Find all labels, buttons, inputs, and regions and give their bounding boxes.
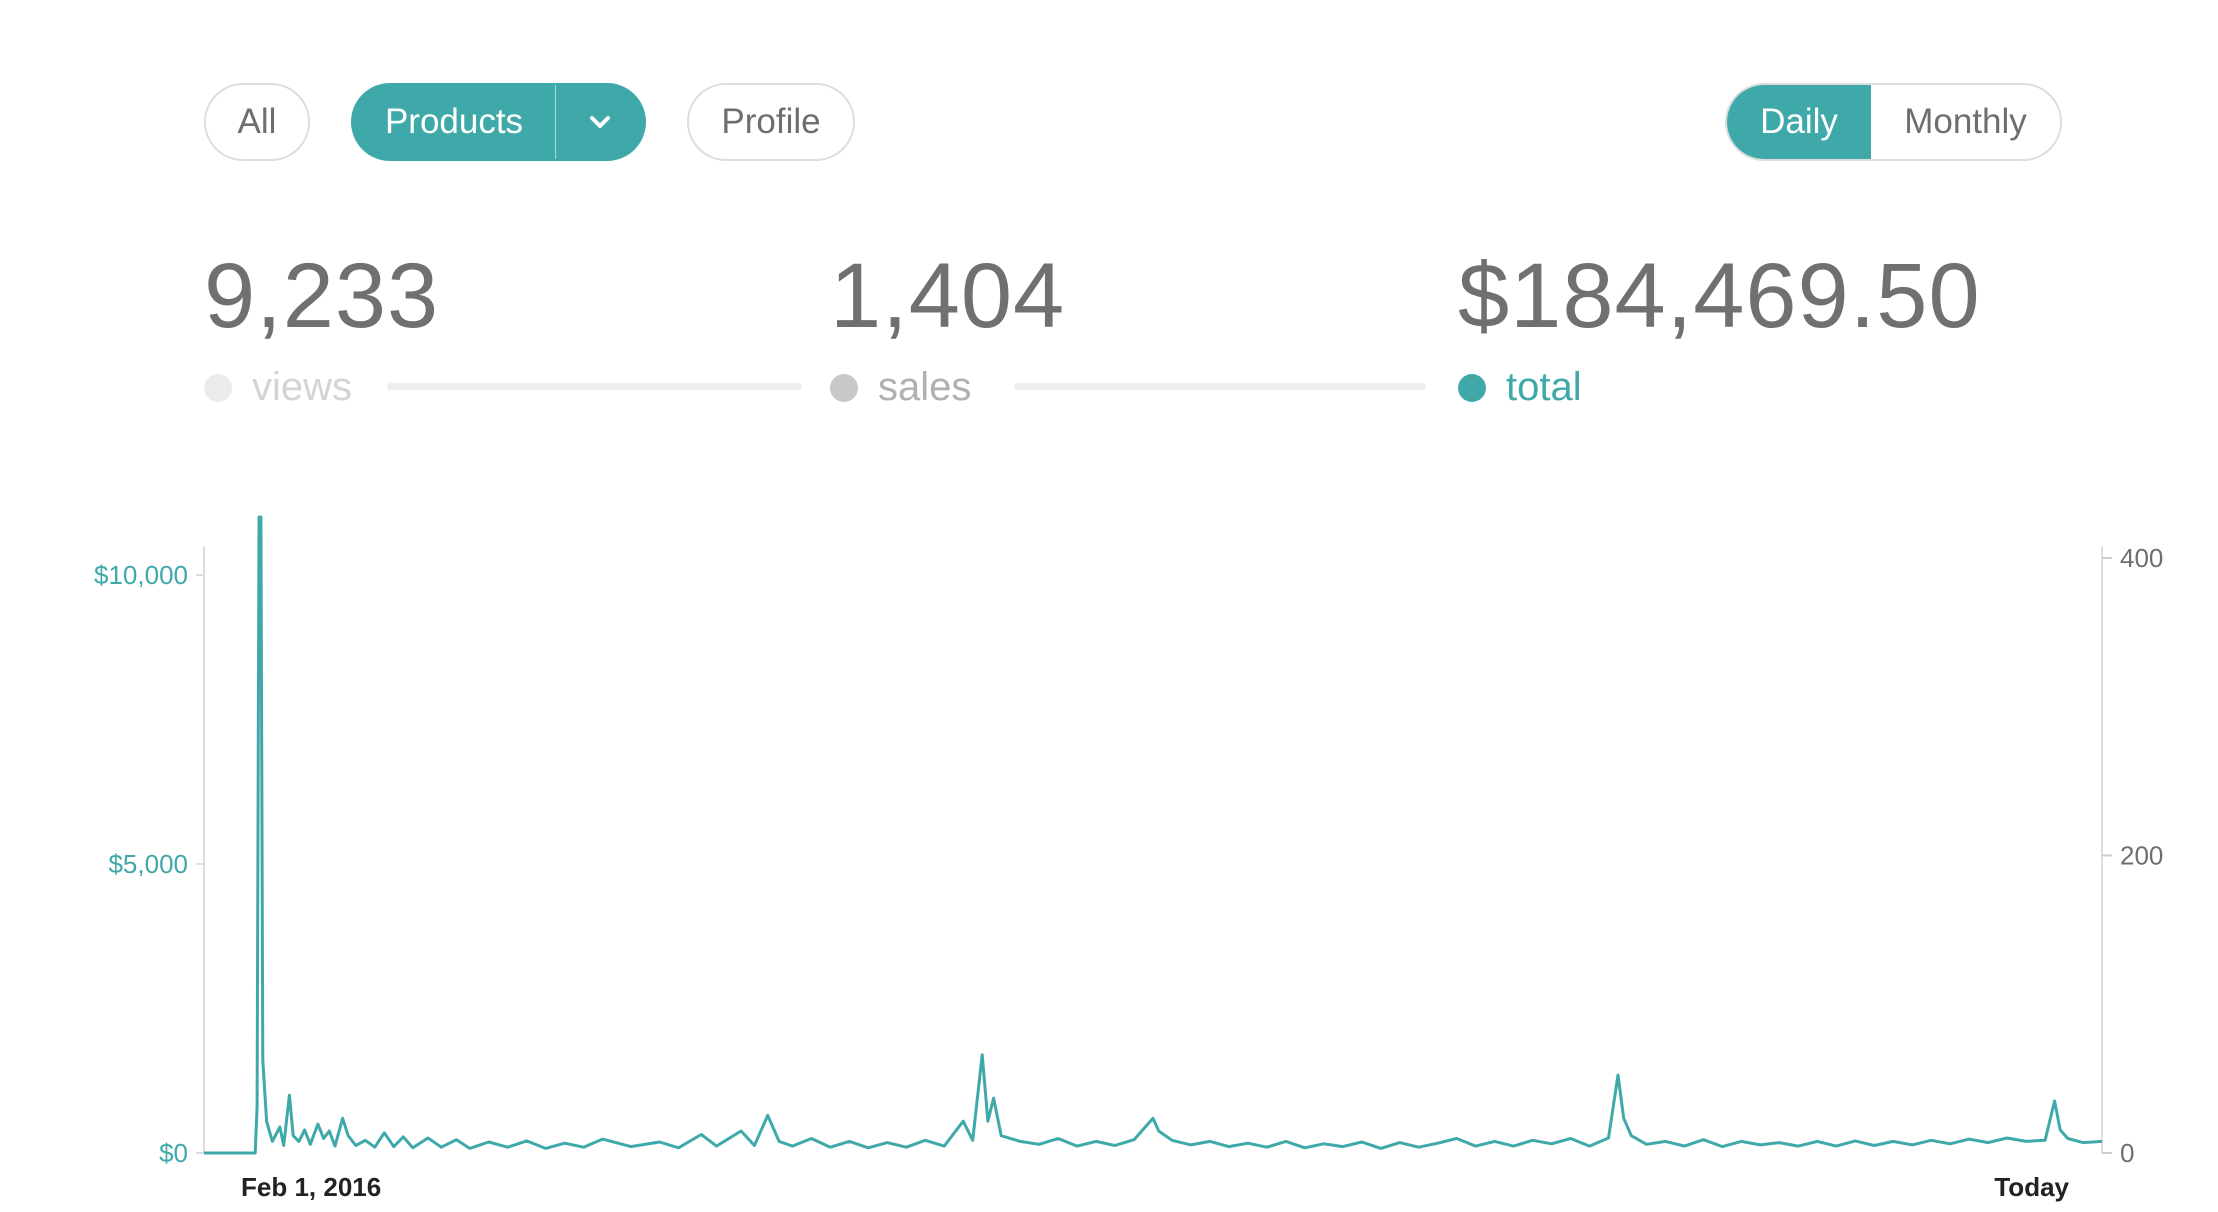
left-axis-tick-label: $5,000 (108, 849, 188, 879)
right-axis-ticks: 0 200 400 (2102, 543, 2163, 1168)
total-series-line (204, 515, 2103, 1155)
right-axis-tick-label: 400 (2120, 543, 2163, 573)
revenue-chart: $0 $5,000 $10,000 0 200 400 Feb 1, 2016 Today (94, 515, 2163, 1202)
left-axis-ticks: $0 $5,000 $10,000 (94, 560, 204, 1168)
x-axis-ticks: Feb 1, 2016 Today (241, 1172, 2070, 1202)
series-group (204, 515, 2103, 1155)
right-axis-tick-label: 200 (2120, 841, 2163, 871)
right-axis-tick-label: 0 (2120, 1138, 2134, 1168)
x-axis-start-label: Feb 1, 2016 (241, 1172, 381, 1202)
left-axis-tick-label: $0 (159, 1138, 188, 1168)
left-axis-tick-label: $10,000 (94, 560, 188, 590)
x-axis-end-label: Today (1994, 1172, 2069, 1202)
